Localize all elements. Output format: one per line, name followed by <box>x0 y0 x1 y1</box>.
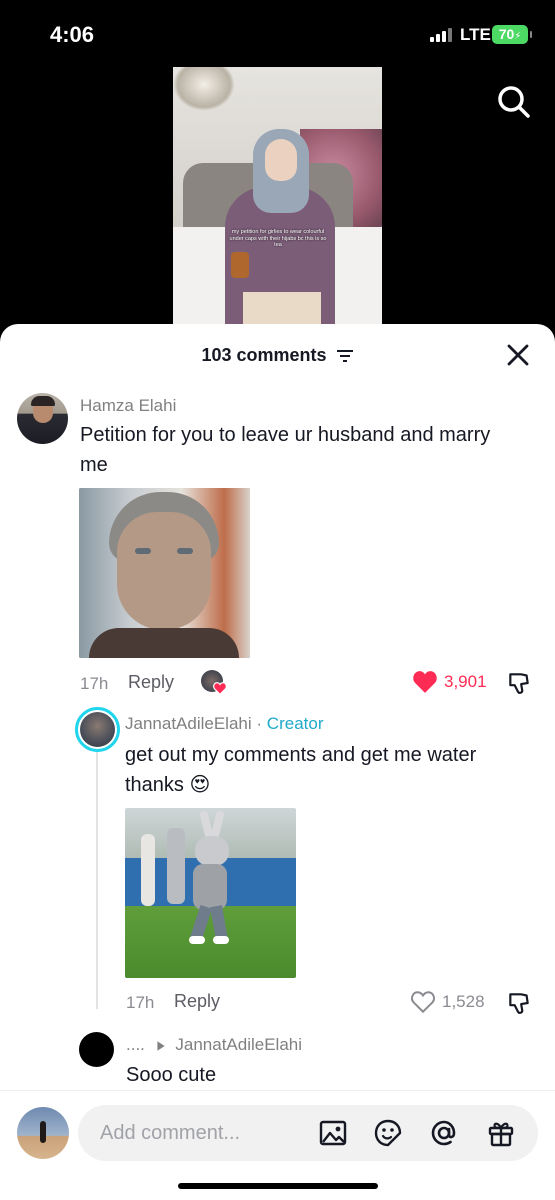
comment-time: 17h <box>126 993 155 1012</box>
comment-input-wrapper[interactable] <box>78 1105 538 1161</box>
home-indicator <box>178 1183 378 1189</box>
reply-button[interactable]: Reply <box>174 991 220 1012</box>
comments-sheet: 103 comments Hamza Elahi Petition for yo… <box>0 324 555 1200</box>
comments-count: 103 comments <box>201 345 327 365</box>
dislike-button[interactable] <box>506 670 532 696</box>
thread-line <box>96 749 98 1009</box>
gift-icon <box>488 1122 514 1147</box>
avatar[interactable] <box>17 393 68 444</box>
comment-username[interactable]: JannatAdileElahi · Creator <box>125 714 323 734</box>
comment-time: 17h <box>80 674 109 693</box>
comment-text: Sooo cute <box>126 1064 217 1086</box>
search-button[interactable] <box>494 82 534 122</box>
heart-outline-icon <box>411 991 435 1014</box>
comments-header[interactable]: 103 comments <box>0 345 555 366</box>
comment-image-homelander[interactable] <box>79 488 250 658</box>
status-time: 4:06 <box>50 22 95 47</box>
comment-composer <box>0 1090 555 1200</box>
avatar[interactable] <box>79 1032 114 1067</box>
creator-liked-avatar <box>201 670 227 696</box>
sort-icon[interactable] <box>336 349 354 363</box>
gift-button[interactable] <box>486 1118 516 1148</box>
comment-input[interactable] <box>100 1105 300 1161</box>
battery-level: 70 <box>498 26 515 42</box>
heart-filled-icon <box>413 671 437 693</box>
mention-button[interactable] <box>429 1118 459 1148</box>
reply-button[interactable]: Reply <box>128 672 174 693</box>
separator-dot: · <box>256 714 263 733</box>
signal-icon <box>430 28 452 42</box>
search-icon <box>498 86 530 118</box>
creator-avatar[interactable] <box>75 707 120 752</box>
comment-text: get out my comments and get me water tha… <box>125 744 477 796</box>
close-icon <box>507 344 529 366</box>
like-button[interactable]: 1,528 <box>410 990 485 1014</box>
creator-username[interactable]: JannatAdileElahi <box>125 714 252 733</box>
comment-image-dancing-bunny[interactable] <box>125 808 296 978</box>
creator-badge: Creator <box>266 714 324 733</box>
chandelier <box>173 67 235 111</box>
my-avatar[interactable] <box>17 1107 69 1159</box>
comment-text: Petition for you to leave ur husband and… <box>80 424 491 476</box>
reply-arrow-icon <box>157 1040 165 1051</box>
reply-to-username[interactable]: JannatAdileElahi <box>175 1035 302 1054</box>
image-button[interactable] <box>318 1118 348 1148</box>
dislike-button[interactable] <box>506 990 532 1016</box>
network-label: LTE <box>460 25 491 44</box>
video-caption: my petition for girlies to wear colourfu… <box>229 229 327 248</box>
image-icon <box>319 1120 347 1146</box>
battery-icon: 70⚡ <box>492 25 532 44</box>
like-count: 1,528 <box>442 992 485 1011</box>
sticker-button[interactable] <box>373 1118 403 1148</box>
mention-icon <box>431 1120 456 1146</box>
status-bar: 4:06 LTE 70⚡ <box>0 0 555 66</box>
thumbs-down-icon <box>509 993 529 1014</box>
video-preview[interactable]: my petition for girlies to wear colourfu… <box>173 67 382 329</box>
reply-username[interactable]: .... <box>126 1035 145 1054</box>
comment-username[interactable]: .... JannatAdileElahi <box>126 1035 302 1055</box>
handbag <box>231 252 249 278</box>
comment-username[interactable]: Hamza Elahi <box>80 396 176 416</box>
close-button[interactable] <box>505 342 531 368</box>
like-button[interactable]: 3,901 <box>412 670 487 694</box>
sticker-icon <box>374 1119 402 1147</box>
thumbs-down-icon <box>509 673 529 694</box>
like-count: 3,901 <box>444 672 487 691</box>
face <box>265 139 297 181</box>
